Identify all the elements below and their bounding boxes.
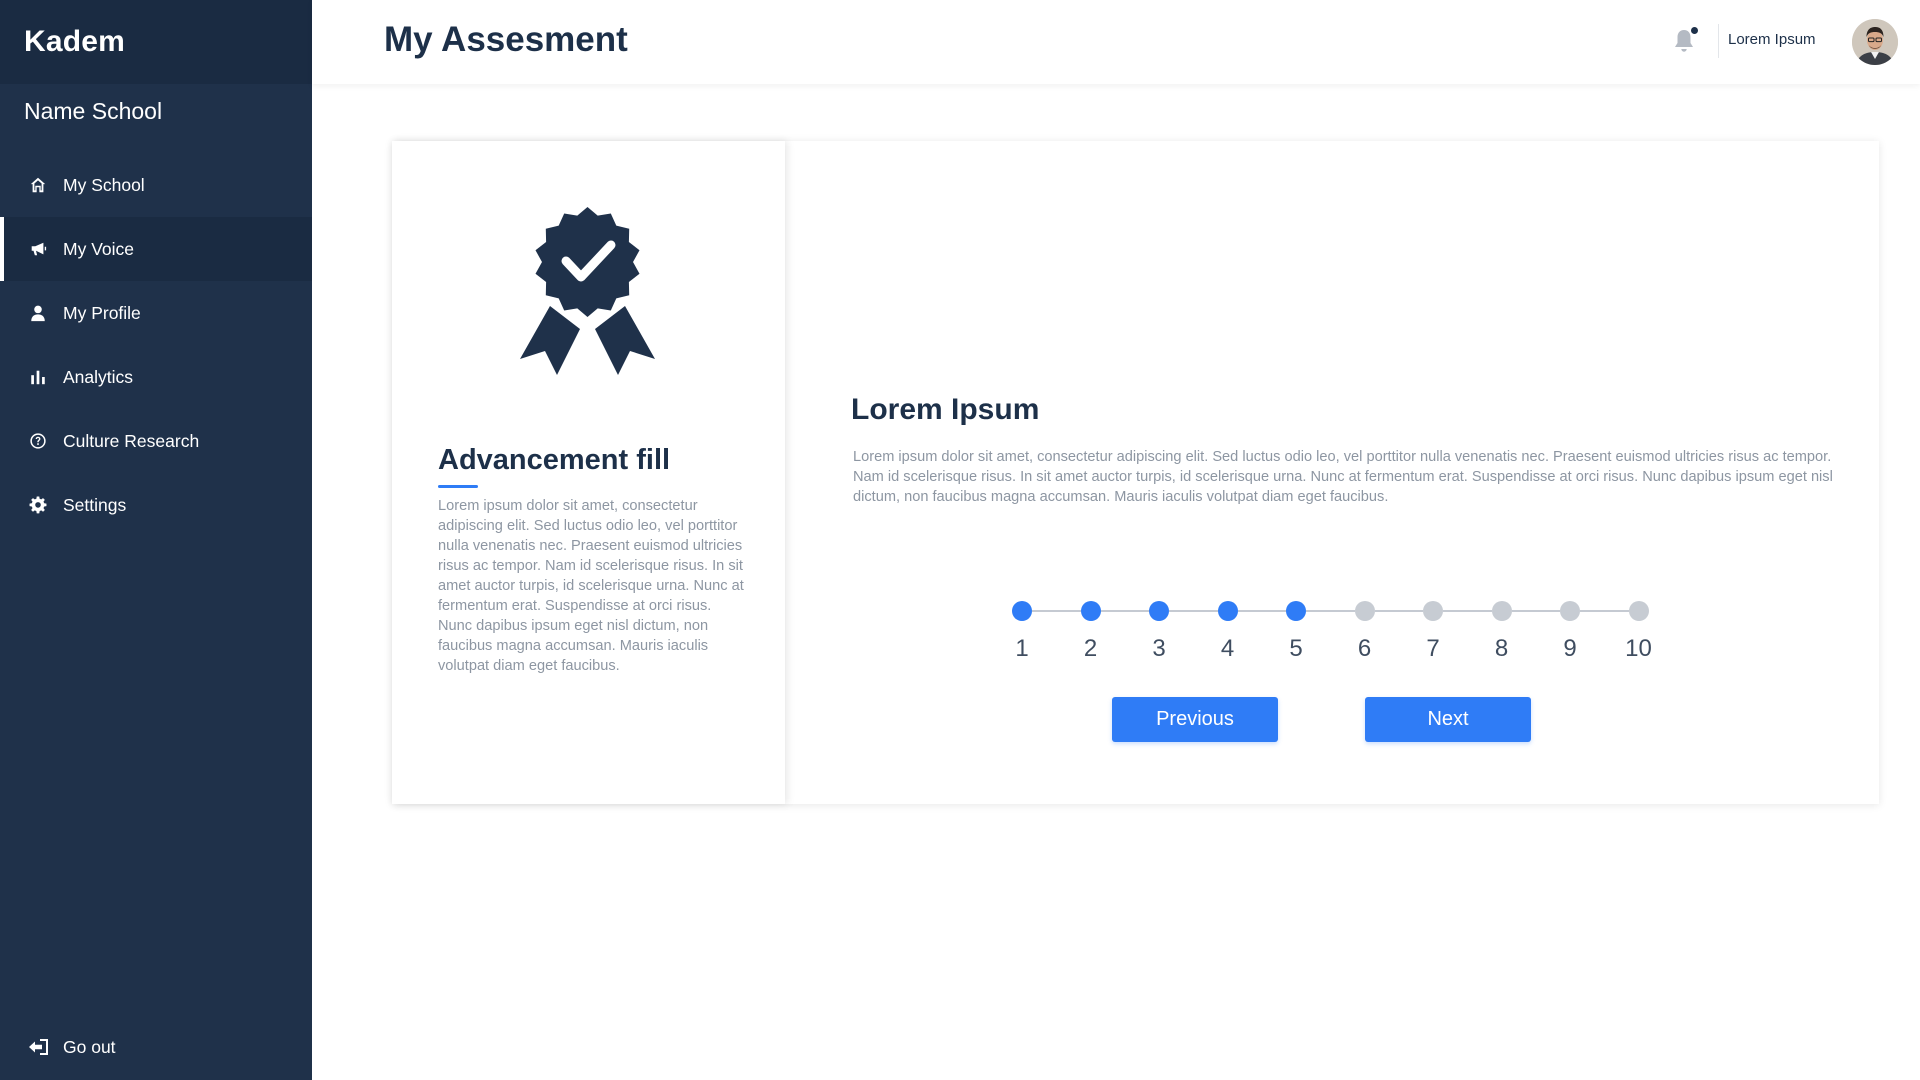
- header-divider: [1718, 24, 1719, 58]
- step-label: 3: [1152, 635, 1166, 662]
- step-label: 7: [1426, 635, 1440, 662]
- bar-chart-icon: [28, 367, 48, 387]
- avatar[interactable]: [1852, 19, 1898, 65]
- step-connector: [1374, 610, 1423, 612]
- step-label: 1: [1015, 635, 1029, 662]
- logout-label: Go out: [63, 1036, 116, 1057]
- step-dot-5[interactable]: [1286, 601, 1306, 621]
- sidebar-item-label: Analytics: [63, 366, 134, 387]
- sidebar: Kadem Name School My School My Voice My …: [0, 0, 312, 1080]
- advancement-title: Advancement fill: [438, 444, 671, 476]
- sidebar-item-my-voice[interactable]: My Voice: [0, 217, 312, 281]
- sidebar-item-culture-research[interactable]: Culture Research: [0, 409, 312, 473]
- advancement-description: Lorem ipsum dolor sit amet, consectetur …: [438, 498, 744, 674]
- question-description: Lorem ipsum dolor sit amet, consectetur …: [853, 449, 1833, 505]
- sidebar-item-label: Culture Research: [63, 430, 200, 451]
- user-icon: [28, 303, 48, 323]
- sidebar-item-my-profile[interactable]: My Profile: [0, 281, 312, 345]
- step-label: 8: [1494, 635, 1509, 662]
- step-dot-4[interactable]: [1217, 601, 1238, 621]
- step-dot-9[interactable]: [1560, 601, 1580, 621]
- sidebar-item-label: My School: [63, 174, 145, 195]
- question-title: Lorem Ipsum: [851, 393, 1040, 426]
- previous-button[interactable]: Previous: [1112, 697, 1278, 742]
- step-dot-2[interactable]: [1080, 601, 1101, 621]
- step-dot-1[interactable]: [1012, 601, 1032, 621]
- page-title: My Assesment: [384, 20, 628, 59]
- megaphone-icon: [28, 239, 48, 259]
- step-dot-3[interactable]: [1149, 601, 1169, 621]
- bell-icon[interactable]: [1672, 26, 1699, 54]
- gear-icon: [28, 495, 48, 515]
- advancement-panel: Advancement fill Lorem ipsum dolor sit a…: [392, 141, 785, 804]
- sidebar-item-label: Settings: [63, 494, 127, 515]
- sidebar-item-label: My Voice: [63, 238, 134, 259]
- step-dot-6[interactable]: [1354, 601, 1375, 621]
- home-icon: [28, 175, 48, 195]
- top-header: My Assesment Lorem Ipsum: [312, 0, 1920, 84]
- step-dot-7[interactable]: [1423, 601, 1443, 621]
- step-label: 2: [1083, 635, 1098, 662]
- user-name[interactable]: Lorem Ipsum: [1728, 31, 1816, 48]
- step-connector: [1237, 610, 1286, 612]
- sidebar-nav: My School My Voice My Profile Analytics …: [0, 153, 312, 537]
- school-name: Name School: [24, 97, 163, 124]
- step-connector: [1032, 610, 1081, 612]
- step-connector: [1100, 610, 1149, 612]
- step-label: 9: [1563, 635, 1577, 662]
- logout-button[interactable]: Go out: [0, 1022, 312, 1072]
- next-button[interactable]: Next: [1365, 697, 1531, 742]
- step-dot-10[interactable]: [1628, 601, 1649, 621]
- sidebar-item-my-school[interactable]: My School: [0, 153, 312, 217]
- step-dot-8[interactable]: [1491, 601, 1512, 621]
- brand-logo[interactable]: Kadem: [0, 0, 312, 84]
- step-label: 5: [1289, 635, 1303, 662]
- question-circle-icon: [28, 431, 48, 451]
- assessment-card: Advancement fill Lorem ipsum dolor sit a…: [392, 141, 1879, 804]
- progress-stepper: 1 2 3 4 5 6 7 8 9 10: [1012, 601, 1652, 671]
- step-connector: [1443, 610, 1492, 612]
- sidebar-item-analytics[interactable]: Analytics: [0, 345, 312, 409]
- title-underline: [438, 485, 478, 488]
- sidebar-item-label: My Profile: [63, 302, 141, 323]
- step-label: 4: [1220, 635, 1235, 662]
- step-connector: [1306, 610, 1355, 612]
- step-connector: [1169, 610, 1218, 612]
- award-badge-check-icon: [500, 201, 675, 381]
- step-connector: [1580, 610, 1629, 612]
- logout-icon: [28, 1036, 50, 1058]
- step-connector: [1511, 610, 1560, 612]
- step-label: 10: [1625, 635, 1652, 662]
- sidebar-item-settings[interactable]: Settings: [0, 473, 312, 537]
- step-label: 6: [1357, 635, 1372, 662]
- notification-dot: [1690, 26, 1699, 35]
